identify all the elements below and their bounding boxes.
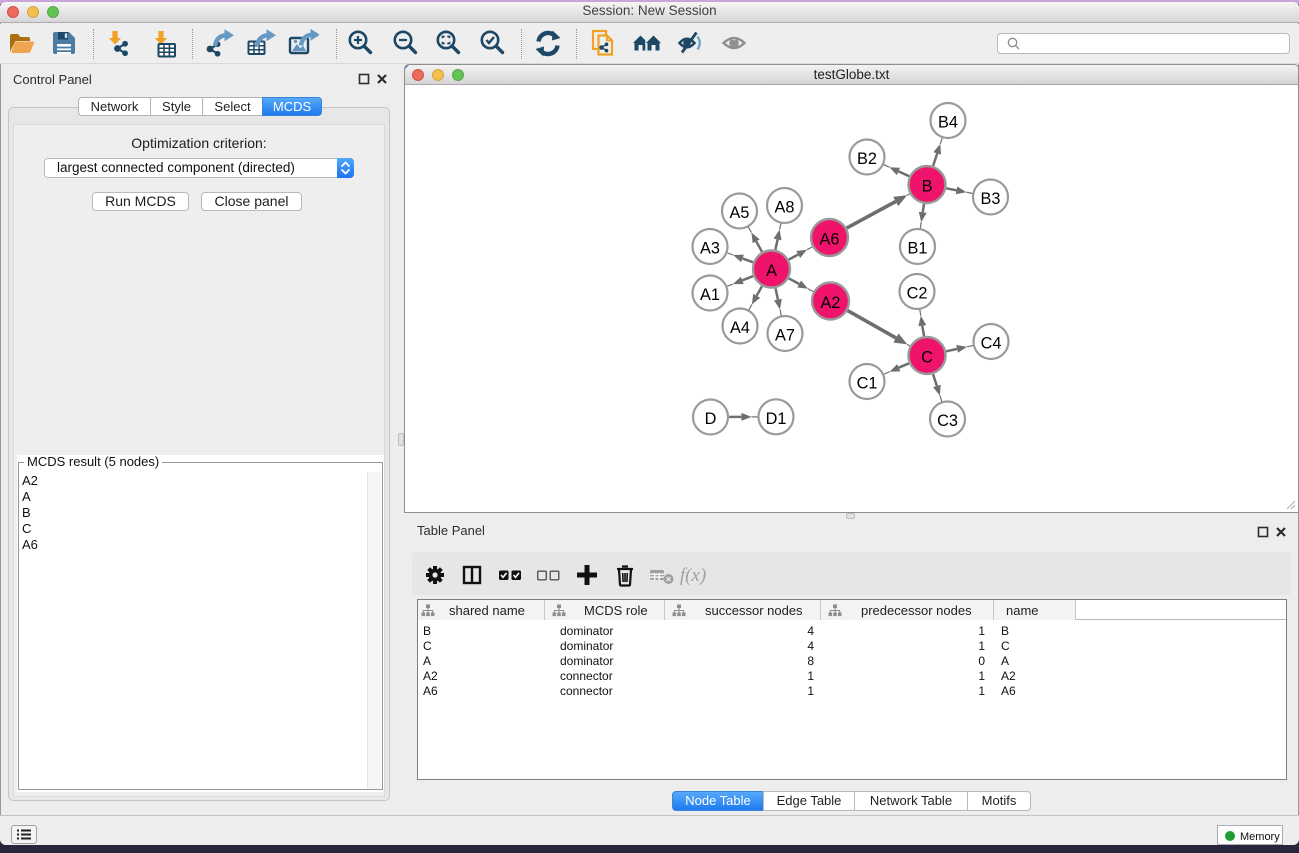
svg-text:A5: A5 [730, 204, 750, 222]
svg-text:A7: A7 [775, 327, 795, 345]
svg-text:C1: C1 [857, 375, 878, 393]
svg-text:A6: A6 [820, 231, 840, 249]
svg-text:B2: B2 [857, 150, 877, 168]
svg-text:A3: A3 [700, 240, 720, 258]
svg-text:B4: B4 [938, 114, 958, 132]
svg-text:A4: A4 [730, 319, 750, 337]
svg-text:C3: C3 [937, 412, 958, 430]
svg-text:D: D [705, 410, 717, 428]
svg-text:B3: B3 [981, 190, 1001, 208]
svg-text:D1: D1 [766, 410, 787, 428]
svg-text:A: A [766, 262, 777, 280]
svg-text:C4: C4 [981, 335, 1002, 353]
svg-text:B1: B1 [908, 240, 928, 258]
svg-text:B: B [922, 178, 933, 196]
svg-text:A8: A8 [775, 199, 795, 217]
svg-text:C2: C2 [907, 285, 928, 303]
svg-text:f(x): f(x) [680, 565, 706, 586]
svg-text:A1: A1 [700, 286, 720, 304]
svg-text:A2: A2 [821, 294, 841, 312]
svg-text:C: C [921, 349, 933, 367]
